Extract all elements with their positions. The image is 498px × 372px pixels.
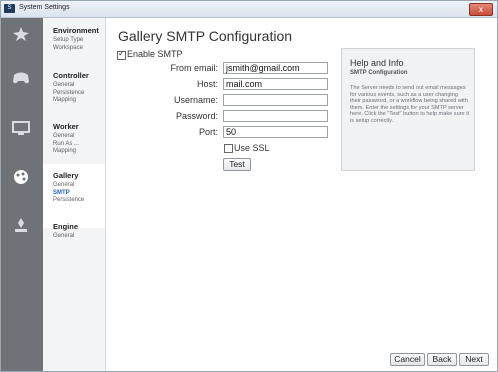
sidebar-item-smtp[interactable]: SMTP — [53, 190, 84, 198]
worker-icon — [12, 121, 30, 135]
username-label: Username: — [173, 95, 218, 105]
sidebar-item-general[interactable]: General — [53, 82, 89, 90]
help-subtitle: SMTP Configuration — [350, 70, 408, 76]
sidebar-item-general[interactable]: General — [53, 133, 79, 141]
app-icon: S — [4, 4, 15, 13]
settings-window: S System Settings x Environment Setup Ty… — [0, 0, 498, 372]
cancel-button[interactable]: Cancel — [390, 353, 425, 366]
sidebar-item-setup-type[interactable]: Setup Type — [53, 37, 99, 45]
sidebar-item-general[interactable]: General — [53, 233, 78, 241]
help-panel: Help and Info SMTP Configuration The Ser… — [341, 48, 475, 171]
back-button[interactable]: Back — [427, 353, 457, 366]
sidebar: Environment Setup Type Workspace Control… — [1, 18, 106, 371]
help-title: Help and Info — [350, 58, 404, 68]
sidebar-item-workspace[interactable]: Workspace — [53, 45, 99, 53]
enable-smtp-label: Enable SMTP — [127, 49, 183, 59]
host-label: Host: — [196, 79, 218, 89]
use-ssl-label: Use SSL — [234, 143, 270, 153]
sidebar-item-run-as[interactable]: Run As ... — [53, 141, 79, 149]
sidebar-section-engine[interactable]: Engine General — [53, 222, 78, 241]
section-title[interactable]: Worker — [53, 122, 79, 131]
sidebar-item-persistence[interactable]: Persistence — [53, 197, 84, 205]
sidebar-section-controller[interactable]: Controller General Persistence Mapping — [53, 71, 89, 105]
section-title[interactable]: Environment — [53, 26, 99, 35]
port-label: Port: — [198, 127, 218, 137]
sidebar-item-mapping[interactable]: Mapping — [53, 97, 89, 105]
from-email-label: From email: — [170, 63, 218, 73]
gallery-icon — [14, 170, 28, 184]
password-input[interactable] — [223, 110, 328, 122]
title-bar[interactable]: S System Settings x — [1, 1, 497, 18]
engine-icon — [15, 218, 27, 232]
host-input[interactable]: mail.com — [223, 78, 328, 90]
section-title[interactable]: Engine — [53, 222, 78, 231]
sidebar-section-gallery[interactable]: Gallery General SMTP Persistence — [53, 171, 84, 205]
use-ssl-checkbox[interactable] — [224, 144, 233, 153]
section-title[interactable]: Gallery — [53, 171, 84, 180]
window-title: System Settings — [19, 4, 70, 11]
sidebar-item-persistence[interactable]: Persistence — [53, 90, 89, 98]
close-button[interactable]: x — [469, 3, 493, 16]
main-content: Gallery SMTP Configuration Enable SMTP F… — [106, 18, 497, 371]
sidebar-icon-strip — [1, 18, 43, 371]
environment-icon — [13, 27, 29, 41]
page-title: Gallery SMTP Configuration — [118, 28, 293, 44]
from-email-input[interactable]: jsmith@gmail.com — [223, 62, 328, 74]
help-body: The Server needs to send out email messa… — [350, 85, 470, 124]
test-button[interactable]: Test — [223, 158, 251, 171]
enable-smtp-checkbox[interactable] — [117, 49, 126, 60]
next-button[interactable]: Next — [459, 353, 489, 366]
section-title[interactable]: Controller — [53, 71, 89, 80]
username-input[interactable] — [223, 94, 328, 106]
sidebar-item-general[interactable]: General — [53, 182, 84, 190]
sidebar-section-environment[interactable]: Environment Setup Type Workspace — [53, 26, 99, 52]
port-input[interactable]: 50 — [223, 126, 328, 138]
password-label: Password: — [175, 111, 218, 121]
controller-icon — [13, 72, 29, 84]
sidebar-section-worker[interactable]: Worker General Run As ... Mapping — [53, 122, 79, 156]
sidebar-item-mapping[interactable]: Mapping — [53, 148, 79, 156]
